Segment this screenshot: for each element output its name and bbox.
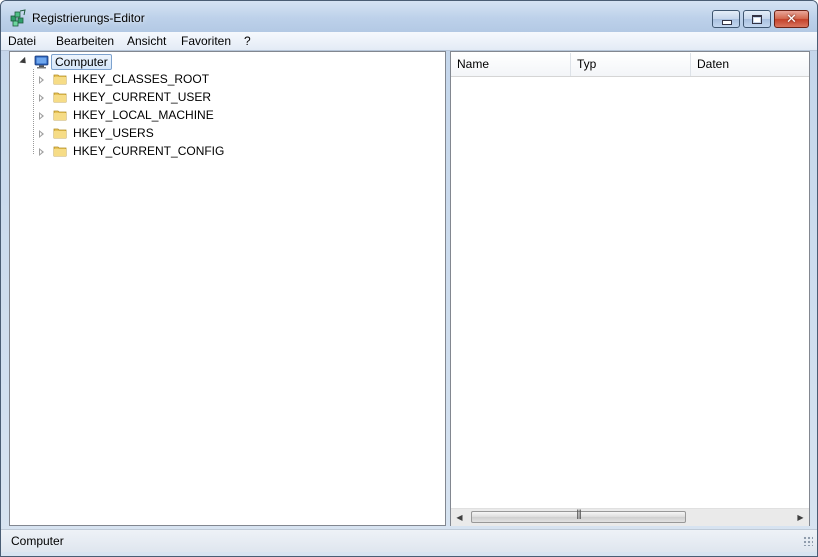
list-column-header: Name Typ Daten [451,53,809,77]
tree-node-label: HKEY_LOCAL_MACHINE [73,108,214,122]
scrollbar-thumb[interactable]: ||| [471,509,686,523]
folder-icon [53,74,67,85]
title-bar[interactable]: Registrierungs-Editor ✕ [1,1,817,32]
folder-icon [53,92,67,103]
chevron-right-icon[interactable] [39,76,44,84]
chevron-right-icon[interactable] [39,94,44,102]
minimize-icon [722,20,732,25]
column-header-name[interactable]: Name [451,53,571,76]
maximize-button[interactable] [743,10,771,28]
grip-icon: ||| [576,509,582,520]
tree-pane[interactable] [9,51,446,526]
menu-bearbeiten[interactable]: Bearbeiten [56,34,114,48]
chevron-right-icon[interactable] [39,130,44,138]
column-header-type[interactable]: Typ [571,53,691,76]
column-header-data[interactable]: Daten [691,53,809,76]
menu-bar: Datei Bearbeiten Ansicht Favoriten ? [1,32,817,51]
scroll-right-icon[interactable]: ▶ [792,509,809,526]
chevron-right-icon[interactable] [39,112,44,120]
maximize-icon [752,15,762,24]
folder-icon [53,128,67,139]
minimize-button[interactable] [712,10,740,28]
folder-icon [53,146,67,157]
registry-editor-icon [10,9,26,27]
tree-node-computer[interactable]: Computer [51,54,112,70]
chevron-right-icon[interactable] [39,148,44,156]
status-text: Computer [11,534,64,548]
registry-editor-window: Registrierungs-Editor ✕ Datei Bearbeiten… [0,0,818,557]
scroll-left-icon[interactable]: ◀ [451,509,468,526]
horizontal-scrollbar[interactable]: ◀ ||| ▶ [451,508,809,526]
tree-node-label: HKEY_CLASSES_ROOT [73,72,210,86]
computer-icon [34,55,49,69]
close-icon: ✕ [786,11,797,26]
menu-ansicht[interactable]: Ansicht [127,34,166,48]
menu-datei[interactable]: Datei [8,34,36,48]
status-bar: Computer [1,529,817,552]
window-title: Registrierungs-Editor [32,11,145,25]
close-button[interactable]: ✕ [774,10,809,28]
tree-connector-line [33,69,34,155]
menu-favoriten[interactable]: Favoriten [181,34,231,48]
tree-node-label: HKEY_USERS [73,126,154,140]
menu-help[interactable]: ? [244,34,251,48]
tree-node-label: HKEY_CURRENT_USER [73,90,212,104]
folder-icon [53,110,67,121]
tree-node-label: HKEY_CURRENT_CONFIG [73,144,225,158]
list-pane[interactable] [450,51,810,526]
resize-grip-icon[interactable] [803,536,813,546]
